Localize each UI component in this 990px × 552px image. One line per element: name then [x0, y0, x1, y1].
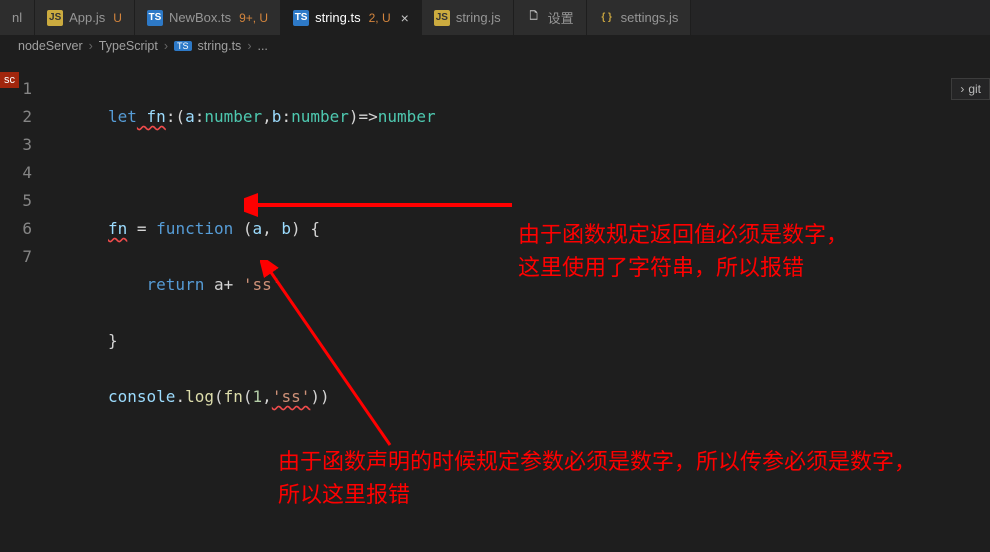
file-icon: 🗋 — [526, 10, 542, 26]
js-icon: JS — [47, 10, 63, 26]
code-line-5: } — [108, 327, 436, 355]
line-number: 2 — [0, 103, 32, 131]
tab-nl[interactable]: nl — [0, 0, 35, 35]
tab-label: NewBox.ts — [169, 10, 231, 25]
breadcrumb-segment: string.ts — [198, 39, 242, 53]
line-number: 6 — [0, 215, 32, 243]
code-line-3: fn = function (a, b) { — [108, 215, 436, 243]
chevron-right-icon: › — [247, 39, 251, 53]
code-line-4: return a+ 'ss' — [108, 271, 436, 299]
chevron-right-icon: › — [89, 39, 93, 53]
tab-bar: nl JS App.js U TS NewBox.ts 9+, U TS str… — [0, 0, 990, 35]
annotation-text-1: 由于函数规定返回值必须是数字，这里使用了字符串，所以报错 — [518, 218, 858, 284]
line-number: 5 — [0, 187, 32, 215]
line-number: 4 — [0, 159, 32, 187]
braces-icon: { } — [599, 10, 615, 26]
breadcrumb-segment: TypeScript — [99, 39, 158, 53]
tab-string-js[interactable]: JS string.js — [422, 0, 514, 35]
tab-label: string.js — [456, 10, 501, 25]
chevron-right-icon: › — [164, 39, 168, 53]
tab-string-ts[interactable]: TS string.ts 2, U × — [281, 0, 422, 35]
line-gutter: 1 2 3 4 5 6 7 — [0, 75, 50, 523]
breadcrumb-segment: ... — [257, 39, 267, 53]
js-icon: JS — [434, 10, 450, 26]
tab-app-js[interactable]: JS App.js U — [35, 0, 135, 35]
chevron-right-icon: › — [960, 82, 964, 96]
tab-modified-badge: U — [113, 11, 122, 25]
line-number: 3 — [0, 131, 32, 159]
code-line-6: console.log(fn(1,'ss')) — [108, 383, 436, 411]
tab-label: string.ts — [315, 10, 361, 25]
ts-icon: TS — [147, 10, 163, 26]
tab-label: settings.js — [621, 10, 679, 25]
ts-icon: TS — [174, 41, 192, 51]
git-panel-toggle[interactable]: › git — [951, 78, 990, 100]
sc-badge: sc — [0, 72, 19, 88]
tab-settings-js[interactable]: { } settings.js — [587, 0, 692, 35]
line-number: 7 — [0, 243, 32, 271]
annotation-text-2: 由于函数声明的时候规定参数必须是数字，所以传参必须是数字，所以这里报错 — [278, 445, 918, 511]
tab-modified-badge: 9+, U — [239, 11, 268, 25]
tab-modified-badge: 2, U — [369, 11, 391, 25]
tab-label: nl — [12, 10, 22, 25]
git-label: git — [968, 82, 981, 96]
tab-label: App.js — [69, 10, 105, 25]
ts-icon: TS — [293, 10, 309, 26]
breadcrumb[interactable]: nodeServer › TypeScript › TS string.ts ›… — [0, 35, 990, 57]
tab-label: 设置 — [548, 8, 574, 27]
tab-newbox-ts[interactable]: TS NewBox.ts 9+, U — [135, 0, 281, 35]
code-line-2 — [108, 159, 436, 187]
tab-settings-cn[interactable]: 🗋 设置 — [514, 0, 587, 35]
code-line-1: let fn:(a:number,b:number)=>number — [108, 103, 436, 131]
breadcrumb-segment: nodeServer — [18, 39, 83, 53]
close-icon[interactable]: × — [401, 10, 409, 26]
